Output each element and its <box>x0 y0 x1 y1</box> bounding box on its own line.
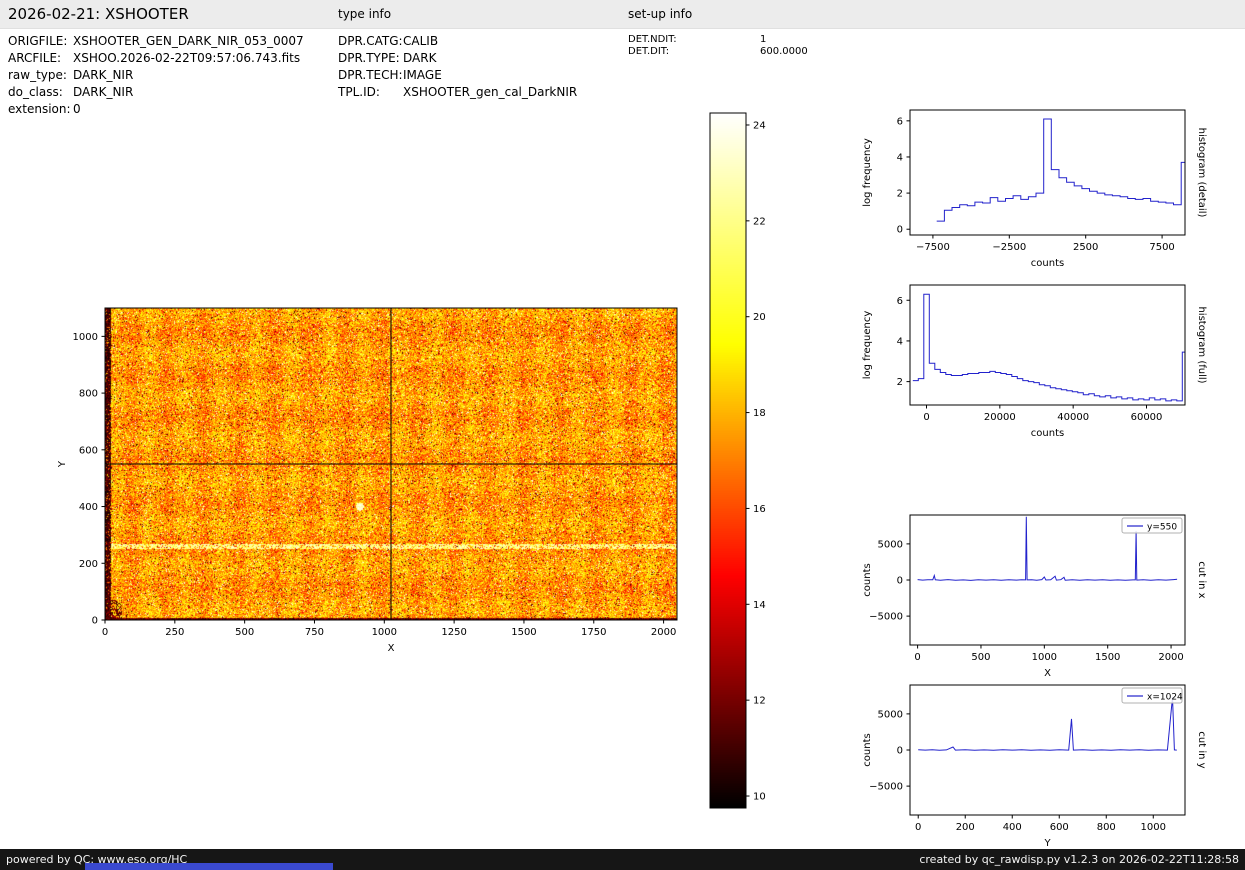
y-tick-label: 2 <box>897 377 903 388</box>
legend-label: y=550 <box>1147 523 1177 533</box>
y-tick-label: 6 <box>897 116 903 127</box>
x-tick-label: 2500 <box>1073 242 1098 253</box>
x-tick-label: 0 <box>923 412 929 423</box>
y-tick-label: 0 <box>897 576 903 587</box>
x-tick-label: 7500 <box>1149 242 1174 253</box>
x-tick-label: 500 <box>235 627 254 638</box>
colorbar-tick-label: 12 <box>753 696 766 707</box>
qc-report-page: 2026-02-21: XSHOOTER type info set-up in… <box>0 0 1245 870</box>
x-tick-label: 1250 <box>441 627 466 638</box>
x-tick-label: 2000 <box>651 627 676 638</box>
y-tick-label: 5000 <box>878 709 903 720</box>
right-axis-label: cut in y <box>1196 731 1207 768</box>
colorbar-tick-label: 10 <box>753 792 766 803</box>
colorbar-axis: 10 12 14 16 18 20 22 24 <box>709 112 766 809</box>
x-tick-label: 250 <box>165 627 184 638</box>
footer-created-by: created by qc_rawdisp.py v1.2.3 on 2026-… <box>919 853 1239 866</box>
x-tick-label: 1500 <box>511 627 536 638</box>
y-tick-label: −5000 <box>869 782 903 793</box>
colorbar-tick-label: 16 <box>753 504 766 515</box>
y-axis-label: log frequency <box>862 138 873 207</box>
y-tick-label: 200 <box>79 559 98 570</box>
histogram-detail-plot: −7500 −2500 2500 75000246countslog frequenc… <box>862 109 1207 269</box>
x-tick-label: 2000 <box>1158 652 1183 663</box>
colorbar-tick-label: 24 <box>753 120 766 131</box>
x-tick-label: 1500 <box>1095 652 1120 663</box>
y-tick-label: 1000 <box>73 332 98 343</box>
x-tick-label: 400 <box>1003 822 1022 833</box>
charts-area: 0 250 500 750 1000 1250 1500 1750 2000 0 200 400 600… <box>0 0 1245 870</box>
x-axis-label: Y <box>1043 838 1051 849</box>
y-tick-label: 5000 <box>878 539 903 550</box>
x-axis-label: X <box>388 643 395 654</box>
colorbar-tick-label: 20 <box>753 312 766 323</box>
x-tick-label: −7500 <box>916 242 950 253</box>
right-axis-label: cut in x <box>1196 561 1207 598</box>
y-axis-label: Y <box>57 460 68 468</box>
y-tick-label: 0 <box>897 746 903 757</box>
bottom-blue-strip <box>85 863 333 870</box>
x-tick-label: 40000 <box>1057 412 1089 423</box>
right-axis-label: histogram (detail) <box>1196 128 1207 218</box>
y-tick-label: 800 <box>79 389 98 400</box>
legend-label: x=1024 <box>1147 693 1183 703</box>
x-tick-label: 1000 <box>1032 652 1057 663</box>
x-tick-label: 60000 <box>1131 412 1163 423</box>
y-axis-label: counts <box>862 563 873 596</box>
x-axis-label: counts <box>1031 428 1064 439</box>
x-tick-label: 500 <box>971 652 990 663</box>
y-tick-label: 6 <box>897 296 903 307</box>
y-axis-label: log frequency <box>862 311 873 380</box>
y-tick-label: −5000 <box>869 612 903 623</box>
x-tick-label: 800 <box>1097 822 1116 833</box>
x-tick-label: 1000 <box>1141 822 1166 833</box>
x-tick-label: 1000 <box>372 627 397 638</box>
x-tick-label: 0 <box>914 652 920 663</box>
histogram-full-plot: 0 20000 40000 60000 2 4 6 counts log frequency hi… <box>862 284 1207 439</box>
x-tick-label: 20000 <box>984 412 1016 423</box>
y-tick-label: 4 <box>897 336 903 347</box>
y-tick-label: 2 <box>897 189 903 200</box>
colorbar-tick-label: 18 <box>753 408 766 419</box>
x-tick-label: 0 <box>102 627 108 638</box>
colorbar-tick-label: 14 <box>753 600 766 611</box>
colorbar-tick-label: 22 <box>753 216 766 227</box>
x-tick-label: 600 <box>1050 822 1069 833</box>
detector-image-plot: 0 250 500 750 1000 1250 1500 1750 2000 0 200 400 600… <box>57 307 678 654</box>
cut-in-x-plot: 0 500 1000 1500 2000−500005000Xcounts cut in … <box>862 514 1207 679</box>
x-tick-label: 0 <box>915 822 921 833</box>
y-tick-label: 0 <box>897 225 903 236</box>
x-tick-label: 200 <box>956 822 975 833</box>
x-tick-label: 1750 <box>581 627 606 638</box>
y-tick-label: 0 <box>92 616 98 627</box>
x-tick-label: 750 <box>305 627 324 638</box>
right-axis-label: histogram (full) <box>1196 306 1207 383</box>
y-axis-label: counts <box>862 733 873 766</box>
y-tick-label: 4 <box>897 152 903 163</box>
cut-in-y-plot: 0 200 400 600 800 1000 −5000 0 5000 Ycounts cut in… <box>862 684 1207 849</box>
colorbar-frame <box>709 112 747 809</box>
y-tick-label: 400 <box>79 502 98 513</box>
x-tick-label: −2500 <box>992 242 1026 253</box>
y-tick-label: 600 <box>79 445 98 456</box>
